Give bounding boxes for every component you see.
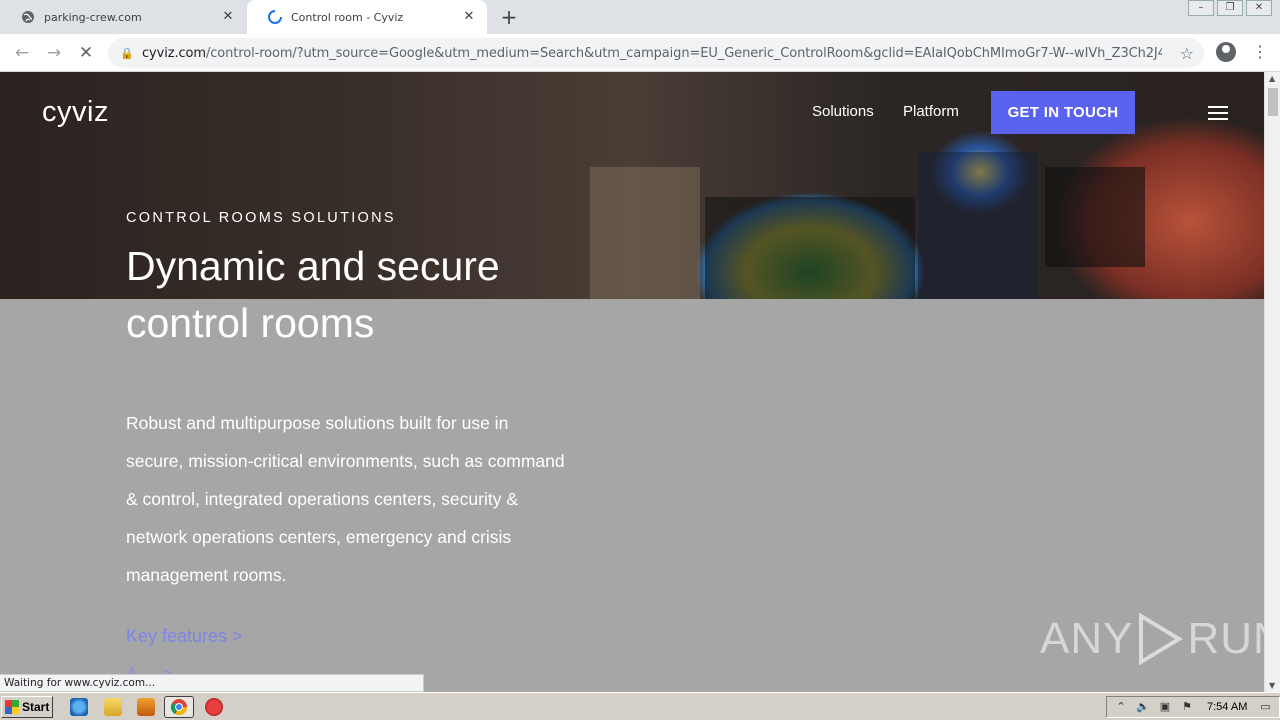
opera-icon[interactable] bbox=[205, 698, 223, 716]
play-triangle-icon bbox=[1139, 612, 1184, 666]
start-label: Start bbox=[22, 700, 50, 714]
stop-loading-icon[interactable]: ✕ bbox=[76, 43, 96, 63]
anyrun-watermark: ANY RUN bbox=[1040, 612, 1264, 666]
new-tab-plus-icon[interactable]: + bbox=[498, 6, 520, 28]
tray-expand-icon[interactable]: ⌃ bbox=[1113, 700, 1129, 714]
browser-menu-icon[interactable]: ⋮ bbox=[1252, 42, 1268, 62]
hero-photo-screen bbox=[1045, 167, 1145, 267]
browser-status-bar: Waiting for www.cyviz.com... bbox=[0, 674, 424, 692]
back-arrow-icon[interactable]: ← bbox=[12, 43, 32, 63]
scroll-up-arrow-icon[interactable]: ▲ bbox=[1269, 74, 1275, 83]
hero-photo-screen bbox=[918, 152, 1038, 299]
window-controls: – ❐ ✕ bbox=[1185, 0, 1272, 16]
nav-solutions-link[interactable]: Solutions bbox=[812, 103, 874, 120]
key-features-link[interactable]: Key features > bbox=[126, 626, 243, 647]
minimize-icon[interactable]: – bbox=[1188, 0, 1214, 16]
start-button[interactable]: Start bbox=[1, 696, 53, 718]
hamburger-menu-icon[interactable] bbox=[1208, 106, 1228, 120]
close-window-icon[interactable]: ✕ bbox=[1246, 0, 1272, 16]
tab-control-room[interactable]: Control room - Cyviz ✕ bbox=[247, 0, 487, 34]
loading-spinner-icon bbox=[267, 9, 283, 25]
bookmark-star-icon[interactable]: ☆ bbox=[1180, 44, 1194, 63]
title-line-1: Dynamic and secure bbox=[126, 243, 500, 289]
lock-icon[interactable]: 🔒 bbox=[120, 47, 134, 60]
internet-explorer-icon[interactable] bbox=[70, 698, 88, 716]
scroll-down-arrow-icon[interactable]: ▼ bbox=[1269, 681, 1275, 690]
page-title: Dynamic and secure control rooms bbox=[126, 238, 646, 352]
address-bar[interactable]: 🔒 cyviz.com/control-room/?utm_source=Goo… bbox=[108, 38, 1204, 68]
system-clock[interactable]: 7:54 AM bbox=[1207, 701, 1247, 713]
file-explorer-icon[interactable] bbox=[104, 698, 122, 716]
section-eyebrow: CONTROL ROOMS SOLUTIONS bbox=[126, 210, 396, 226]
system-tray: ⌃ 🔈 ▣ ⚑ 7:54 AM ▭ bbox=[1106, 696, 1280, 718]
action-center-flag-icon[interactable]: ⚑ bbox=[1179, 700, 1195, 714]
media-player-icon[interactable] bbox=[137, 698, 155, 716]
watermark-text-left: ANY bbox=[1040, 614, 1134, 663]
chrome-icon bbox=[170, 699, 188, 716]
page-scrollbar[interactable]: ▲ ▼ bbox=[1264, 72, 1280, 692]
globe-icon bbox=[20, 9, 36, 25]
watermark-text-right: RUN bbox=[1187, 614, 1264, 663]
tab-parking-crew[interactable]: parking-crew.com ✕ bbox=[0, 0, 246, 34]
profile-avatar-icon[interactable] bbox=[1216, 42, 1236, 62]
nav-platform-link[interactable]: Platform bbox=[903, 103, 959, 120]
page-viewport: cyviz Solutions Platform GET IN TOUCH CO… bbox=[0, 72, 1264, 692]
windows-logo-icon bbox=[5, 700, 19, 714]
cyviz-logo[interactable]: cyviz bbox=[42, 96, 109, 129]
windows-taskbar: Start ⌃ 🔈 ▣ ⚑ 7:54 AM ▭ bbox=[0, 692, 1280, 720]
url-text: cyviz.com/control-room/?utm_source=Googl… bbox=[142, 45, 1162, 61]
tab-close-icon[interactable]: ✕ bbox=[220, 9, 236, 25]
chrome-taskbar-button[interactable] bbox=[164, 696, 194, 718]
browser-toolbar: ← → ✕ 🔒 cyviz.com/control-room/?utm_sour… bbox=[0, 34, 1280, 72]
tab-title: Control room - Cyviz bbox=[291, 10, 404, 24]
get-in-touch-button[interactable]: GET IN TOUCH bbox=[991, 91, 1135, 134]
forward-arrow-icon[interactable]: → bbox=[44, 43, 64, 63]
hero-photo-screen bbox=[705, 197, 915, 299]
hero-description: Robust and multipurpose solutions built … bbox=[126, 413, 565, 585]
tab-close-icon[interactable]: ✕ bbox=[461, 9, 477, 25]
scroll-thumb[interactable] bbox=[1268, 88, 1278, 116]
browser-tab-strip: parking-crew.com ✕ Control room - Cyviz … bbox=[0, 0, 1280, 34]
title-line-2: control rooms bbox=[126, 300, 375, 346]
volume-icon[interactable]: 🔈 bbox=[1135, 700, 1151, 714]
restore-icon[interactable]: ❐ bbox=[1217, 0, 1243, 16]
tab-title: parking-crew.com bbox=[44, 10, 142, 24]
network-icon[interactable]: ▣ bbox=[1157, 700, 1173, 714]
show-desktop-icon[interactable]: ▭ bbox=[1257, 700, 1273, 714]
